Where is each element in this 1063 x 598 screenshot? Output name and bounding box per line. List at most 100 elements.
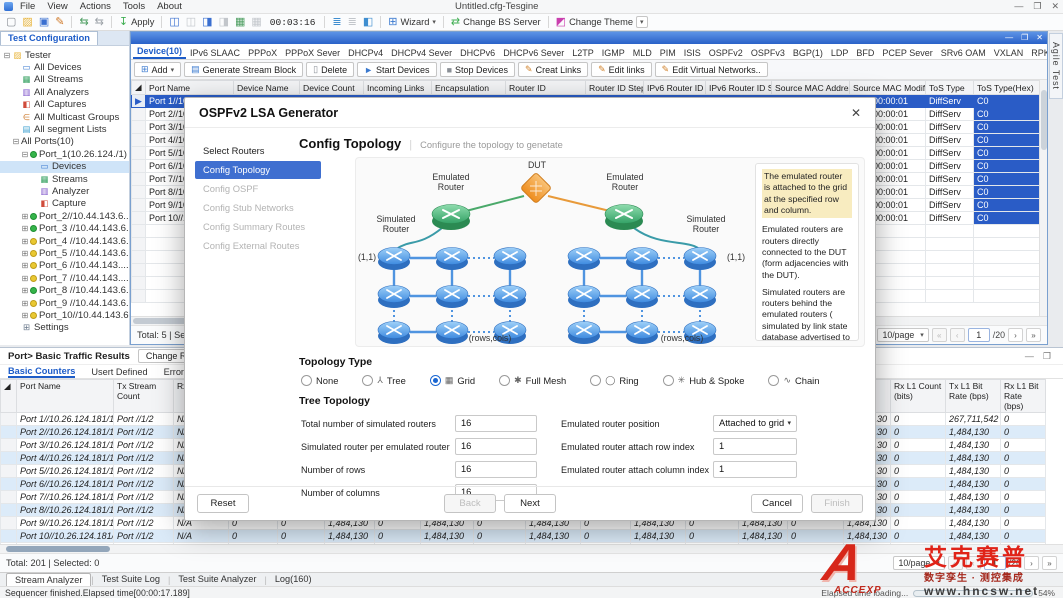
tab-pppox[interactable]: PPPoX — [244, 46, 281, 59]
select-emulated-router-position[interactable]: Attached to grid▾ — [713, 415, 797, 432]
col-router-id-step[interactable]: Router ID Step — [586, 81, 644, 95]
reserve-port-icon[interactable]: ◫ — [167, 15, 181, 30]
panel-close-icon[interactable]: ✕ — [1036, 33, 1043, 43]
tab-pim[interactable]: PIM — [656, 46, 680, 59]
results-maximize-icon[interactable]: ❐ — [1043, 351, 1051, 362]
collapse-icon[interactable]: ⊟ — [20, 150, 30, 159]
change-bs-server-button[interactable]: ⇄Change BS Server — [449, 15, 543, 30]
new-file-icon[interactable]: ▢ — [4, 15, 18, 30]
expand-icon[interactable]: ⊞ — [20, 261, 30, 270]
tree-item-port-9-10-44-143-6[interactable]: ⊞Port_9 //10.44.143.6... — [0, 297, 129, 309]
back-button[interactable]: Back — [444, 494, 496, 513]
expand-icon[interactable]: ⊞ — [20, 237, 30, 246]
release-port-icon[interactable]: ◫ — [184, 15, 198, 30]
chevron-down-icon[interactable]: ▾ — [636, 16, 648, 28]
col-source-mac-modifier[interactable]: Source MAC Modifier — [850, 81, 926, 95]
tree-item-all-multicast-groups[interactable]: ∈All Multicast Groups — [0, 111, 129, 123]
tab-isis[interactable]: ISIS — [680, 46, 705, 59]
tree-item-port-2-10-44-143-6[interactable]: ⊞Port_2//10.44.143.6... — [0, 210, 129, 222]
col-rx-l1-bit-rate-bps[interactable]: Rx L1 Bit Rate (bps) — [1001, 380, 1046, 413]
col-router-id[interactable]: Router ID — [506, 81, 586, 95]
first-page-button[interactable]: « — [932, 328, 947, 342]
wizard-button[interactable]: ⊞Wizard▾ — [386, 15, 438, 30]
tree-item-all-devices[interactable]: ▭All Devices — [0, 61, 129, 73]
col-encapsulation[interactable]: Encapsulation — [432, 81, 506, 95]
tree-item-all-streams[interactable]: ▦All Streams — [0, 74, 129, 86]
next-page-button[interactable]: › — [1008, 328, 1023, 342]
add-button[interactable]: ⊞Add▾ — [134, 62, 181, 77]
menu-file[interactable]: File — [20, 1, 35, 12]
collapse-icon[interactable]: ⊟ — [2, 51, 12, 60]
tree-item-port-6-10-44-143[interactable]: ⊞Port_6 //10.44.143.... — [0, 260, 129, 272]
tree-item-tester[interactable]: ⊟▨Tester — [0, 49, 129, 61]
menu-view[interactable]: View — [47, 1, 67, 12]
radio-ring[interactable]: ◯Ring — [590, 375, 638, 386]
tab-dhcpv4[interactable]: DHCPv4 — [344, 46, 387, 59]
tab-test-configuration[interactable]: Test Configuration — [0, 31, 98, 45]
stop-traffic-icon[interactable]: ▦ — [249, 15, 263, 30]
tab-igmp[interactable]: IGMP — [598, 46, 629, 59]
edit-virtual-networks-button[interactable]: ✎Edit Virtual Networks.. — [655, 62, 768, 77]
tab-device-10[interactable]: Device(10) — [133, 44, 186, 59]
generate-stream-block-button[interactable]: ▤Generate Stream Block — [184, 62, 303, 77]
reset-button[interactable]: Reset — [197, 494, 249, 513]
col-device-count[interactable]: Device Count — [300, 81, 364, 95]
tree-item-capture[interactable]: ◧Capture — [0, 198, 129, 210]
tab-stream-analyzer[interactable]: Stream Analyzer — [6, 573, 91, 586]
device-table-vscrollbar[interactable] — [1039, 80, 1047, 316]
tree-item-analyzer[interactable]: ▥Analyzer — [0, 185, 129, 197]
tree-item-all-ports-10[interactable]: ⊟All Ports(10) — [0, 136, 129, 148]
tab-dhcpv4-sever[interactable]: DHCPv4 Sever — [387, 46, 456, 59]
tab-dhcpv6[interactable]: DHCPv6 — [456, 46, 499, 59]
clear-config-icon[interactable]: ◨ — [217, 15, 231, 30]
tab-pppox-sever[interactable]: PPPoX Sever — [281, 46, 344, 59]
edit-links-button[interactable]: ✎Edit links — [591, 62, 652, 77]
sequencer-start-icon[interactable]: ≣ — [330, 15, 343, 30]
col-source-mac-address[interactable]: Source MAC Address — [772, 81, 850, 95]
panel-maximize-icon[interactable]: ❐ — [1021, 33, 1028, 43]
col-tx-l1-bit-rate-bps[interactable]: Tx L1 Bit Rate (bps) — [946, 380, 1001, 413]
tree-item-port-5-10-44-143-6[interactable]: ⊞Port_5 //10.44.143.6... — [0, 247, 129, 259]
tree-item-all-segment-lists[interactable]: ▤All segment Lists — [0, 123, 129, 135]
finish-button[interactable]: Finish — [811, 494, 863, 513]
tab-l2tp[interactable]: L2TP — [568, 46, 598, 59]
input-emulated-router-attach-column-index[interactable]: 1 — [713, 461, 797, 478]
change-theme-button[interactable]: ◩Change Theme▾ — [554, 15, 650, 30]
tree-item-devices[interactable]: ▭Devices — [0, 161, 129, 173]
menu-about[interactable]: About — [157, 1, 182, 12]
stop-devices-button[interactable]: ■Stop Devices — [440, 62, 515, 77]
tree-item-port-10-10-44-143-6[interactable]: ⊞Port_10//10.44.143.6... — [0, 309, 129, 321]
col-device-name[interactable]: Device Name — [234, 81, 300, 95]
next-button[interactable]: Next — [504, 494, 556, 513]
page-number-input[interactable]: 1 — [968, 328, 990, 342]
expand-icon[interactable]: ⊞ — [20, 224, 30, 233]
tab-pcep-sever[interactable]: PCEP Sever — [878, 46, 936, 59]
expand-icon[interactable]: ⊞ — [20, 311, 30, 320]
tab-bgp-1[interactable]: BGP(1) — [789, 46, 827, 59]
col-port-name[interactable]: Port Name — [17, 380, 114, 413]
disconnect-icon[interactable]: ⇆ — [93, 15, 106, 30]
last-page-button[interactable]: » — [1026, 328, 1041, 342]
tab-vxlan[interactable]: VXLAN — [990, 46, 1028, 59]
save-edit-icon[interactable]: ✎ — [53, 15, 66, 30]
prev-page-button[interactable]: ‹ — [950, 328, 965, 342]
col-ipv6-router-id-step[interactable]: IPv6 Router ID Step — [706, 81, 772, 95]
cancel-button[interactable]: Cancel — [751, 494, 803, 513]
panel-minimize-icon[interactable]: — — [1005, 33, 1013, 43]
sequencer-edit-icon[interactable]: ◧ — [361, 15, 375, 30]
start-devices-button[interactable]: ►Start Devices — [357, 62, 436, 77]
delete-button[interactable]: ▯Delete — [306, 62, 354, 77]
tree-item-all-analyzers[interactable]: ▥All Analyzers — [0, 86, 129, 98]
save-icon[interactable]: ▣ — [37, 15, 51, 30]
col-port-name[interactable]: Port Name — [146, 81, 234, 95]
creat-links-button[interactable]: ✎Creat Links — [518, 62, 588, 77]
tab-test-suite-log[interactable]: Test Suite Log — [94, 573, 168, 586]
radio-none[interactable]: None — [301, 375, 338, 386]
tree-item-port-1-10-26-124-1[interactable]: ⊟Port_1(10.26.124./1) — [0, 148, 129, 160]
radio-full-mesh[interactable]: ✱Full Mesh — [499, 375, 566, 386]
tab-bfd[interactable]: BFD — [852, 46, 878, 59]
col-tx-stream-count[interactable]: Tx Stream Count — [114, 380, 174, 413]
tab-rpki-sever[interactable]: RPKI Sever — [1027, 46, 1047, 59]
col-ipv6-router-id[interactable]: IPv6 Router ID — [644, 81, 706, 95]
radio-tree[interactable]: ⅄Tree — [362, 375, 405, 386]
